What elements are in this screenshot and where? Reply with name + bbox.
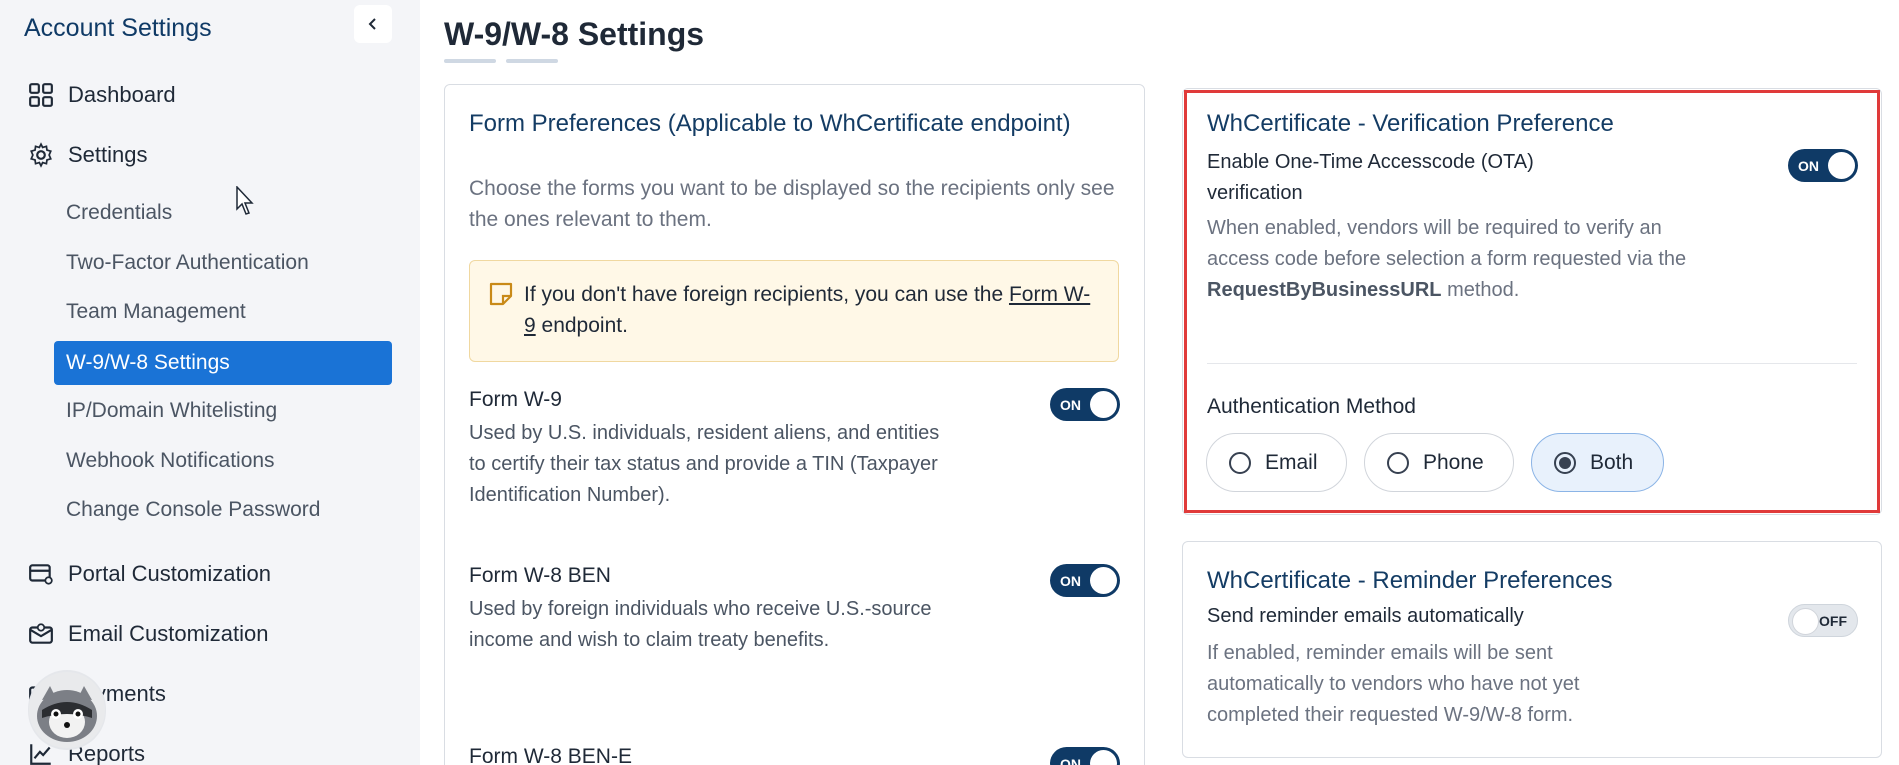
form-w8bene-toggle[interactable]: ON <box>1050 747 1120 765</box>
sidebar-item-two-factor-authentication[interactable]: Two-Factor Authentication <box>66 251 309 275</box>
card-description: Choose the forms you want to be displaye… <box>469 177 1115 231</box>
toggle-label: ON <box>1060 396 1081 413</box>
form-w8bene-row: Form W-8 BEN-E <box>469 745 1119 765</box>
form-w9-toggle[interactable]: ON <box>1050 388 1120 421</box>
sidebar-item-label: Settings <box>68 142 148 167</box>
sidebar-item-w9-w8-settings[interactable]: W-9/W-8 Settings <box>54 341 392 385</box>
form-name: Form W-8 BEN <box>469 564 611 587</box>
note-text-suffix: endpoint. <box>535 314 628 337</box>
collapse-sidebar-button[interactable] <box>354 5 392 43</box>
sidebar-item-change-console-password[interactable]: Change Console Password <box>66 498 320 522</box>
toggle-label: ON <box>1060 572 1081 589</box>
sidebar-item-label: Dashboard <box>68 82 176 107</box>
foreign-recipients-note: If you don't have foreign recipients, yo… <box>469 260 1119 362</box>
card-title: Form Preferences (Applicable to WhCertif… <box>469 110 1071 137</box>
toggle-label: OFF <box>1819 612 1847 629</box>
sidebar-item-dashboard[interactable]: Dashboard <box>28 82 176 108</box>
toggle-knob <box>1090 391 1117 418</box>
form-name: Form W-8 BEN-E <box>469 745 632 765</box>
sidebar-item-webhook-notifications[interactable]: Webhook Notifications <box>66 449 275 473</box>
raccoon-mascot-icon <box>29 672 105 748</box>
toggle-knob <box>1090 567 1117 594</box>
sidebar-item-settings[interactable]: Settings <box>28 142 148 168</box>
toggle-knob <box>1792 608 1819 635</box>
card-title: WhCertificate - Reminder Preferences <box>1207 567 1613 594</box>
reminder-description: If enabled, reminder emails will be sent… <box>1207 642 1580 726</box>
note-text: If you don't have foreign recipients, yo… <box>524 283 1009 306</box>
title-underline <box>506 59 558 63</box>
reminder-emails-toggle[interactable]: OFF <box>1788 604 1858 637</box>
reminder-setting-label: Send reminder emails automatically <box>1207 605 1524 627</box>
toggle-knob <box>1090 750 1117 765</box>
mouse-cursor-icon <box>236 186 254 215</box>
title-underline <box>444 59 496 63</box>
sidebar-item-label: Portal Customization <box>68 561 271 586</box>
form-description: Used by foreign individuals who receive … <box>469 598 932 651</box>
form-description: Used by U.S. individuals, resident alien… <box>469 422 940 506</box>
form-name: Form W-9 <box>469 388 562 411</box>
page-title: W-9/W-8 Settings <box>444 16 705 52</box>
grid-icon <box>29 83 53 107</box>
form-preferences-card: Form Preferences (Applicable to WhCertif… <box>444 84 1145 765</box>
sidebar: Account Settings Dashboard Settings Cred… <box>0 0 420 765</box>
sidebar-item-portal-customization[interactable]: Portal Customization <box>28 561 271 587</box>
envelope-icon <box>29 623 53 644</box>
form-w9-row: Form W-9 Used by U.S. individuals, resid… <box>469 388 1119 511</box>
sidebar-title: Account Settings <box>24 14 212 42</box>
chevron-left-icon <box>368 18 376 30</box>
sidebar-item-ip-domain-whitelisting[interactable]: IP/Domain Whitelisting <box>66 399 277 423</box>
sticky-note-icon <box>489 282 513 306</box>
highlight-box <box>1184 90 1880 513</box>
sidebar-item-team-management[interactable]: Team Management <box>66 300 246 324</box>
gear-icon <box>30 142 52 168</box>
sidebar-item-email-customization[interactable]: Email Customization <box>28 621 269 647</box>
form-w8ben-row: Form W-8 BEN Used by foreign individuals… <box>469 564 1119 656</box>
card-settings-icon <box>29 564 53 585</box>
reminder-preferences-card: WhCertificate - Reminder Preferences Sen… <box>1182 541 1882 758</box>
toggle-label: ON <box>1060 755 1081 765</box>
sidebar-item-credentials[interactable]: Credentials <box>66 201 172 225</box>
form-w8ben-toggle[interactable]: ON <box>1050 564 1120 597</box>
assistant-avatar[interactable] <box>28 670 106 750</box>
sidebar-item-label: Email Customization <box>68 621 269 646</box>
